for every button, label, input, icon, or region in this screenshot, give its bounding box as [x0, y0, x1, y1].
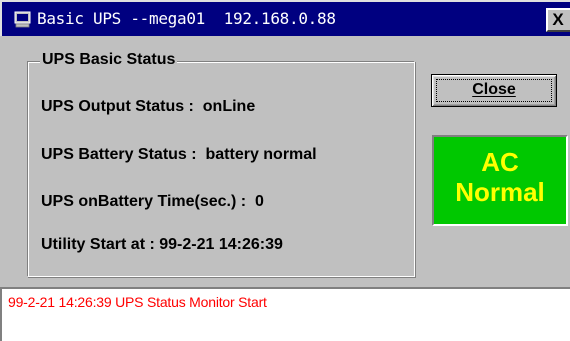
window-title: Basic UPS --mega01 192.168.0.88: [37, 9, 336, 28]
log-line: 99-2-21 14:26:39 UPS Status Monitor Star…: [8, 294, 267, 310]
battery-status-text: UPS Battery Status : battery normal: [41, 146, 317, 163]
ac-indicator-line2: Normal: [455, 177, 545, 207]
close-button[interactable]: Close: [431, 74, 557, 107]
output-status-text: UPS Output Status : onLine: [41, 98, 256, 115]
monitor-icon: [14, 11, 31, 28]
title-bar[interactable]: Basic UPS --mega01 192.168.0.88 X: [0, 0, 570, 36]
utility-start-text: Utility Start at : 99-2-21 14:26:39: [41, 236, 283, 253]
on-battery-time-text: UPS onBattery Time(sec.) : 0: [41, 193, 264, 210]
ac-indicator-line1: AC: [481, 147, 519, 177]
group-title: UPS Basic Status: [40, 50, 178, 70]
log-textbox[interactable]: 99-2-21 14:26:39 UPS Status Monitor Star…: [0, 287, 570, 341]
close-button-label: Close: [472, 81, 516, 98]
ups-status-window: Basic UPS --mega01 192.168.0.88 X UPS Ba…: [0, 0, 570, 341]
ac-power-indicator: AC Normal: [432, 135, 568, 226]
title-close-button[interactable]: X: [546, 8, 570, 32]
